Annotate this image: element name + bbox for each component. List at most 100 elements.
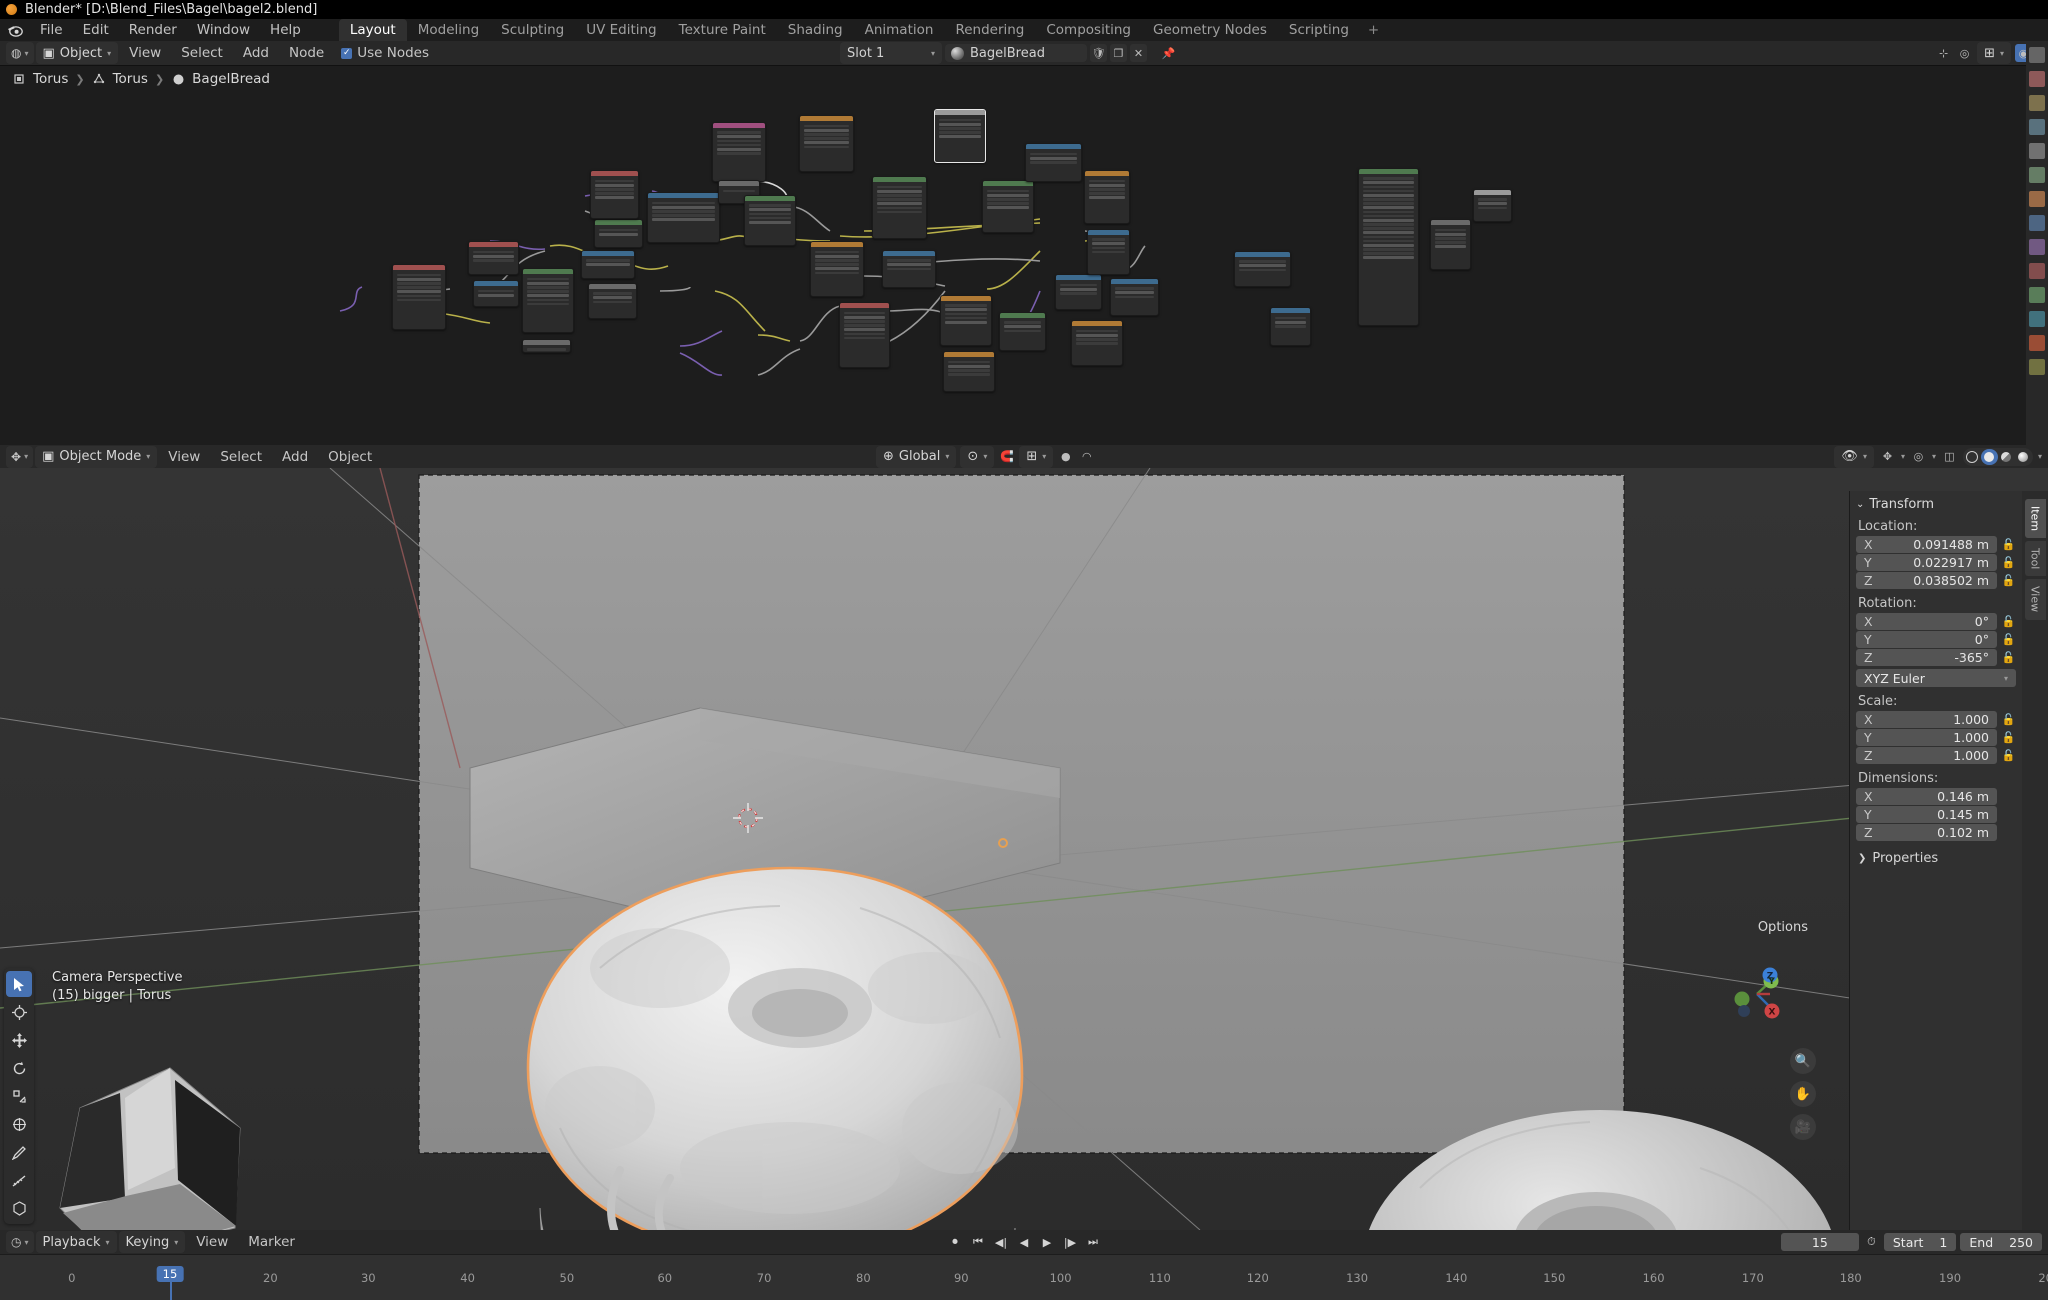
tab-shading[interactable]: Shading	[777, 19, 854, 41]
overlay-node-icon[interactable]: ◎	[1956, 44, 1973, 62]
visibility-dropdown[interactable]: 👁 ▾	[1834, 446, 1874, 468]
physics-properties-icon[interactable]	[2029, 263, 2045, 279]
timeline-editor-type[interactable]: ◷ ▾	[6, 1231, 34, 1253]
shading-material-preview-icon[interactable]	[1998, 449, 2015, 465]
breadcrumb-object[interactable]: Torus	[33, 71, 68, 87]
shader-node[interactable]	[1084, 170, 1130, 223]
menu-render[interactable]: Render	[119, 19, 187, 41]
pin-icon[interactable]: 📌	[1160, 44, 1177, 62]
lock-icon[interactable]: 🔓	[2001, 632, 2016, 647]
object-properties-icon[interactable]	[2029, 191, 2045, 207]
scale-x-field[interactable]: X 1.000	[1856, 711, 1997, 728]
auto-key-icon[interactable]: ⏱	[1863, 1234, 1880, 1251]
shader-node[interactable]	[1430, 219, 1471, 270]
shader-node[interactable]	[581, 250, 635, 279]
shader-menu-select[interactable]: Select	[172, 43, 232, 63]
frame-end-field[interactable]: End 250	[1960, 1233, 2042, 1251]
texture-properties-icon[interactable]	[2029, 359, 2045, 375]
shader-node[interactable]	[943, 351, 995, 392]
jump-start-icon[interactable]: ⏮	[970, 1234, 987, 1251]
gizmo-icon[interactable]: ✥	[1879, 448, 1896, 466]
dimensions-x-field[interactable]: X 0.146 m	[1856, 788, 1997, 805]
shader-node[interactable]	[590, 170, 639, 218]
shader-node[interactable]	[588, 283, 637, 319]
shader-node[interactable]	[1270, 307, 1311, 346]
timeline-menu-view[interactable]: View	[187, 1232, 237, 1252]
scale-tool[interactable]	[6, 1083, 32, 1109]
shader-node[interactable]	[1025, 143, 1082, 182]
shader-node[interactable]	[647, 192, 721, 243]
snap-node-icon[interactable]: ⊹	[1935, 44, 1952, 62]
render-properties-icon[interactable]	[2029, 71, 2045, 87]
lock-icon[interactable]: 🔓	[2001, 537, 2016, 552]
location-y-field[interactable]: Y 0.022917 m	[1856, 554, 1997, 571]
shading-rendered-icon[interactable]	[2015, 449, 2032, 465]
navigation-gizmo[interactable]: Z X Y	[1726, 963, 1788, 1025]
shading-mode-switch[interactable]	[1963, 448, 2033, 466]
viewport-options-label[interactable]: Options	[1758, 920, 1808, 935]
shading-solid-icon[interactable]	[1981, 449, 1998, 465]
output-properties-icon[interactable]	[2029, 95, 2045, 111]
shader-node[interactable]	[744, 195, 796, 246]
fake-user-icon[interactable]: 🛡	[1090, 44, 1107, 62]
timeline-menu-marker[interactable]: Marker	[239, 1232, 304, 1252]
material-slot-dropdown[interactable]: Slot 1 ▾	[840, 42, 942, 64]
frame-range-field[interactable]: Start 1	[1884, 1233, 1957, 1251]
play-reverse-icon[interactable]: ◀	[1016, 1234, 1033, 1251]
viewport-toolbar[interactable]	[4, 968, 34, 1224]
pan-view-icon[interactable]: ✋	[1790, 1081, 1816, 1107]
viewport-canvas[interactable]: Camera Perspective (15) bigger | Torus	[0, 468, 2048, 1230]
shader-node[interactable]	[882, 250, 936, 289]
add-cube-tool[interactable]	[6, 1195, 32, 1221]
lock-icon[interactable]: 🔓	[2001, 730, 2016, 745]
next-keyframe-icon[interactable]: |▶	[1062, 1234, 1079, 1251]
side-tab-tool[interactable]: Tool	[2025, 541, 2046, 576]
pivot-point-dropdown[interactable]: ⊙ ▾	[960, 446, 994, 468]
tab-modeling[interactable]: Modeling	[407, 19, 490, 41]
transform-tool[interactable]	[6, 1111, 32, 1137]
cursor-tool[interactable]	[6, 999, 32, 1025]
use-nodes-checkbox[interactable]: ✓ Use Nodes	[335, 43, 435, 63]
current-frame-field[interactable]: 15	[1781, 1233, 1859, 1251]
overlays-icon[interactable]: ◎	[1910, 448, 1927, 466]
lock-icon[interactable]: 🔓	[2001, 614, 2016, 629]
tab-sculpting[interactable]: Sculpting	[490, 19, 575, 41]
tab-animation[interactable]: Animation	[854, 19, 945, 41]
shader-node[interactable]	[522, 268, 574, 333]
scale-z-field[interactable]: Z 1.000	[1856, 747, 1997, 764]
node-snap-dropdown[interactable]: ⊞ ▾	[1977, 42, 2011, 64]
rotate-tool[interactable]	[6, 1055, 32, 1081]
play-icon[interactable]: ▶	[1039, 1234, 1056, 1251]
move-tool[interactable]	[6, 1027, 32, 1053]
proportional-edit-icon[interactable]: ●	[1057, 448, 1074, 466]
tab-rendering[interactable]: Rendering	[944, 19, 1035, 41]
record-icon[interactable]: ⏺	[947, 1234, 964, 1251]
tab-geometry-nodes[interactable]: Geometry Nodes	[1142, 19, 1278, 41]
constraint-properties-icon[interactable]	[2029, 287, 2045, 303]
menu-edit[interactable]: Edit	[73, 19, 119, 41]
shader-node[interactable]	[1234, 251, 1291, 287]
tweak-select-tool[interactable]	[6, 971, 32, 997]
playback-dropdown[interactable]: Playback ▾	[36, 1231, 117, 1253]
location-z-field[interactable]: Z 0.038502 m	[1856, 572, 1997, 589]
shader-menu-add[interactable]: Add	[234, 43, 278, 63]
shader-node[interactable]	[392, 264, 446, 329]
breadcrumb-mesh[interactable]: Torus	[113, 71, 148, 87]
lock-icon[interactable]: 🔓	[2001, 712, 2016, 727]
annotate-tool[interactable]	[6, 1139, 32, 1165]
rotation-x-field[interactable]: X 0°	[1856, 613, 1997, 630]
add-workspace-button[interactable]: +	[1360, 19, 1387, 41]
scene-properties-icon[interactable]	[2029, 143, 2045, 159]
measure-tool[interactable]	[6, 1167, 32, 1193]
material-properties-icon[interactable]	[2029, 335, 2045, 351]
shader-node[interactable]	[1055, 274, 1101, 310]
modifier-properties-icon[interactable]	[2029, 215, 2045, 231]
shader-node[interactable]	[839, 302, 891, 367]
viewport-menu-view[interactable]: View	[159, 447, 209, 467]
menu-help[interactable]: Help	[260, 19, 311, 41]
transform-panel-header[interactable]: ⌄ Transform	[1850, 491, 2022, 516]
viewport-menu-object[interactable]: Object	[319, 447, 381, 467]
world-properties-icon[interactable]	[2029, 167, 2045, 183]
dimensions-z-field[interactable]: Z 0.102 m	[1856, 824, 1997, 841]
breadcrumb-material[interactable]: BagelBread	[192, 71, 270, 87]
